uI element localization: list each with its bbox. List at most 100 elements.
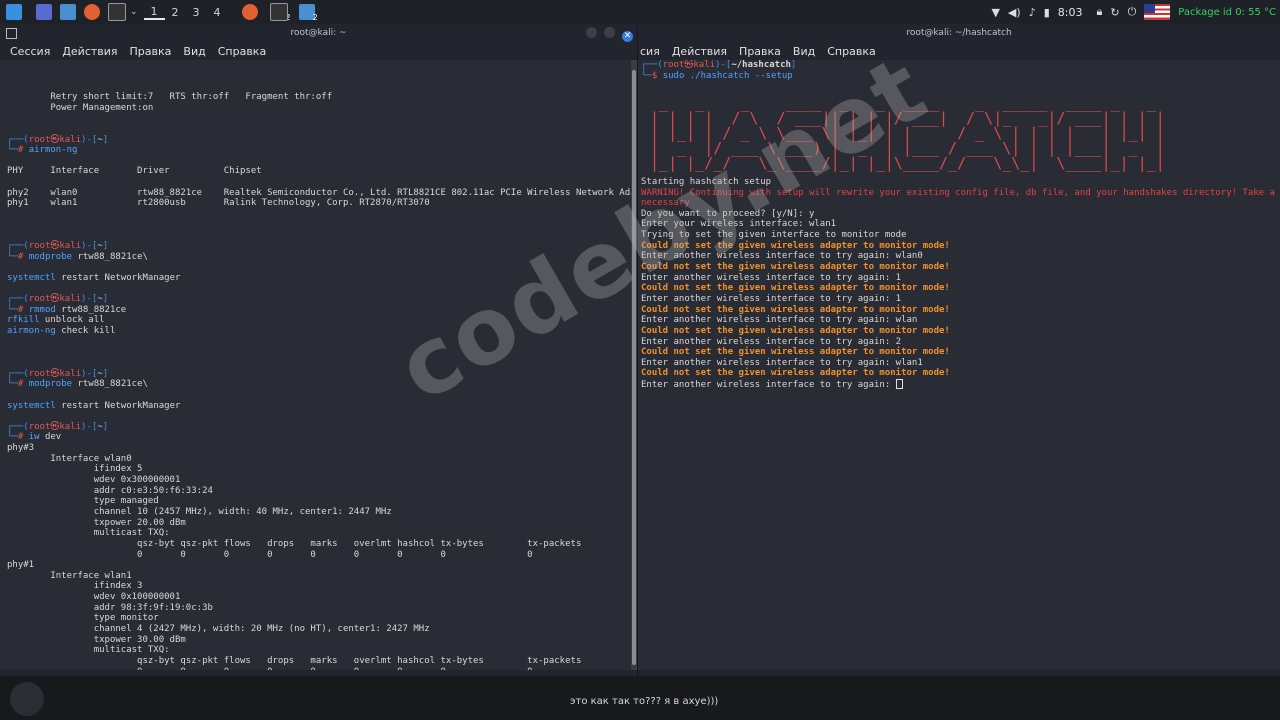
prompt-frame: )-[ [81, 294, 98, 305]
menu-item-3[interactable]: Вид [183, 45, 205, 58]
left-terminal-output[interactable]: Retry short limit:7 RTS thr:off Fragment… [0, 60, 637, 670]
prompt-hash: # [17, 379, 29, 390]
terminal-line: Retry short limit:7 RTS thr:off Fragment… [7, 91, 333, 102]
menu-item-4[interactable]: Справка [218, 45, 266, 58]
prompt-user: root㉿kali [28, 240, 82, 251]
close-button[interactable]: ✕ [622, 31, 633, 42]
terminal-line: wdev 0x100000001 [7, 592, 181, 603]
refresh-icon[interactable]: ↻ [1110, 6, 1119, 19]
command-arg: dev [39, 432, 62, 443]
left-terminal-window: root@kali: ~ ✕ Сессия Действия Правка Вид Сп… [0, 24, 637, 676]
terminal-line: Enter another wireless interface to try … [641, 337, 1280, 348]
us-flag-icon[interactable] [1144, 4, 1171, 20]
chat-message: это как так то??? я в ахуе))) [570, 696, 719, 707]
avatar [10, 682, 44, 716]
terminal-task-icon[interactable] [269, 3, 288, 21]
menu-item-3[interactable]: Вид [793, 45, 815, 58]
terminal-line: Interface wlan1 [7, 570, 132, 581]
menu-item-0[interactable]: Сессия [10, 45, 50, 58]
terminal-line: addr 98:3f:9f:19:0c:3b [7, 602, 213, 613]
prompt-frame: )-[ [81, 134, 98, 145]
command: airmon-ng [28, 145, 78, 156]
chevron-down-icon[interactable]: ⌄ [130, 7, 138, 17]
menu-item-1[interactable]: Действия [62, 45, 117, 58]
command: airmon-ng [7, 326, 56, 337]
left-scrollbar[interactable] [631, 60, 637, 670]
command: rfkill [7, 315, 40, 326]
terminal-line: ┌──(root㉿kali)-[~] [7, 135, 637, 146]
prompt-frame: ] [102, 240, 109, 251]
terminal-line: Enter another wireless interface to try … [641, 315, 1280, 326]
output-text: Enter another wireless interface to try … [641, 293, 902, 304]
menu-item-2[interactable]: Правка [739, 45, 781, 58]
prompt-frame: ] [102, 294, 109, 305]
prompt-user: root㉿kali [28, 368, 82, 379]
menu-item-2[interactable]: Правка [130, 45, 172, 58]
command-arg: restart NetworkManager [55, 272, 181, 283]
prompt-hash: # [17, 251, 29, 262]
workspace-3[interactable]: 3 [186, 6, 207, 19]
terminal-line: type managed [7, 496, 159, 507]
prompt-frame: ┌──( [7, 134, 29, 145]
folder-icon[interactable] [60, 4, 76, 20]
lock-icon[interactable]: 🔒︎ [1096, 5, 1102, 19]
terminal-app-icon [6, 28, 17, 39]
menu-item-1[interactable]: Действия [672, 45, 727, 58]
terminal-line: channel 4 (2427 MHz), width: 20 MHz (no … [7, 624, 430, 634]
prompt-hash: # [17, 145, 29, 156]
taskbar: ⌄ 1234 2 2 ▼ ◀) ♪ ▮ 8:03 🔒︎ ↻ ⏻ Package … [0, 0, 1280, 25]
prompt-hash: # [17, 304, 29, 315]
right-terminal-output[interactable]: ┌──(root㉿kali)-[~/hashcatch] └─$ sudo ./h… [638, 60, 1280, 670]
battery-icon[interactable]: ▮ [1044, 6, 1050, 19]
prompt-user: root㉿kali [662, 60, 716, 70]
workspace-4[interactable]: 4 [207, 6, 228, 19]
minimize-button[interactable] [586, 27, 598, 38]
cursor[interactable] [895, 379, 903, 390]
output-text: Enter another wireless interface to try … [641, 251, 923, 262]
command: rmmod [28, 304, 56, 315]
desktop-icon[interactable] [36, 4, 52, 20]
terminal-line: necessary [641, 198, 690, 209]
terminal-line: airmon-ng check kill [7, 326, 637, 337]
clock[interactable]: 8:03 [1058, 6, 1083, 19]
firefox-task-icon[interactable] [241, 4, 258, 20]
output-text: Enter another wireless interface to try … [641, 357, 923, 368]
terminal-line: Enter another wireless interface to try … [641, 358, 1280, 369]
logo-line: |_| |_/_/ \_\____/|_| |_|\____/_/ \_\_| … [641, 153, 1165, 172]
hashcatch-ascii-logo: _ _ _ ____ _ _ ____ _ _____ ____ _ _ | |… [641, 92, 1280, 177]
wifi-icon[interactable]: ▼ [991, 6, 999, 19]
prompt-frame: )-[ [81, 368, 98, 379]
kali-menu-icon[interactable] [6, 4, 22, 20]
prompt-hash: # [17, 432, 29, 443]
terminal-line: phy#3 [7, 443, 35, 454]
terminal-icon[interactable] [108, 3, 126, 21]
terminal-line: └─# iw dev [7, 432, 637, 443]
maximize-button[interactable] [604, 27, 616, 38]
prompt-frame: └─ [7, 304, 18, 315]
bell-icon[interactable]: ♪ [1029, 6, 1036, 19]
terminal-line: Power Management:on [7, 102, 154, 113]
terminal-line: rfkill unblock all [7, 315, 637, 326]
volume-icon[interactable]: ◀) [1008, 6, 1021, 19]
firefox-icon[interactable] [84, 4, 100, 20]
menu-item-0[interactable]: сия [640, 45, 660, 58]
menu-item-4[interactable]: Справка [827, 45, 875, 58]
workspace-1[interactable]: 1 [143, 5, 165, 20]
terminal-line: Could not set the given wireless adapter… [641, 262, 950, 273]
power-icon[interactable]: ⏻ [1128, 5, 1137, 19]
command-arg: unblock all [39, 315, 105, 326]
output-text: Enter another wireless interface to try … [641, 336, 902, 347]
command: modprobe [28, 379, 73, 390]
prompt-frame: ] [790, 60, 797, 70]
terminal-line: Do you want to proceed? [y/N]: y [641, 209, 1280, 220]
prompt-frame: )-[ [81, 421, 98, 432]
prompt-frame: └─ [7, 251, 18, 262]
workspace-2[interactable]: 2 [165, 6, 186, 19]
terminal-line: ┌──(root㉿kali)-[~] [7, 241, 637, 252]
prompt-path: ~/hashcatch [731, 60, 791, 70]
window-title: root@kali: ~/hashcatch [906, 28, 1012, 38]
output-text: Enter your wireless interface: wlan1 [641, 219, 837, 230]
